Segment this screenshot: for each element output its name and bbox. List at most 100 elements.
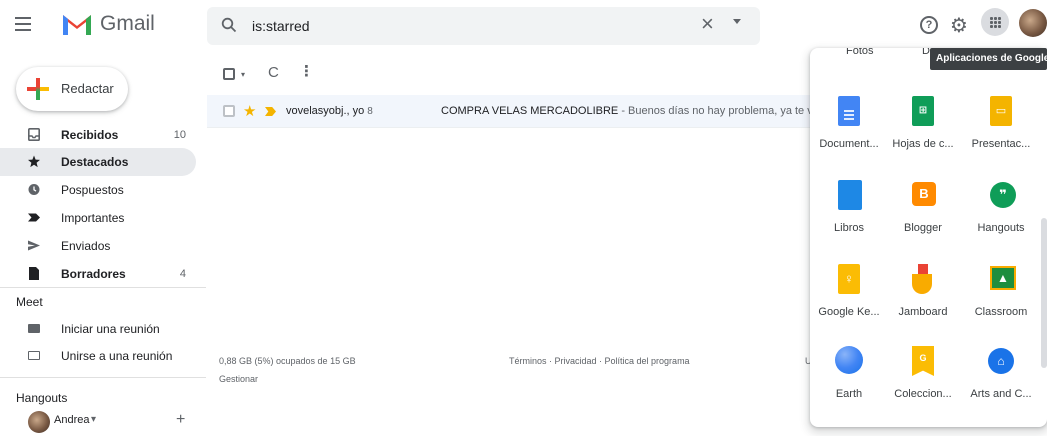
email-sender-names: vovelasyobj., yo bbox=[286, 105, 365, 117]
apps-grid-dot bbox=[990, 21, 993, 24]
sidebar-item-label: Recibidos bbox=[61, 128, 119, 142]
app-label: Blogger bbox=[904, 222, 942, 234]
app-hangouts[interactable]: ❞ Hangouts bbox=[964, 180, 1038, 256]
app-label-photos[interactable]: Fotos bbox=[846, 48, 874, 57]
classroom-icon: ▲ bbox=[990, 266, 1016, 290]
footer-policy-links[interactable]: Términos · Privacidad · Política del pro… bbox=[509, 356, 690, 366]
select-all-checkbox[interactable] bbox=[223, 68, 235, 80]
blogger-icon: B bbox=[912, 182, 936, 206]
manage-storage-link[interactable]: Gestionar bbox=[219, 374, 258, 384]
refresh-icon[interactable]: C bbox=[268, 64, 279, 81]
app-docs[interactable]: Document... bbox=[812, 96, 886, 172]
drafts-count: 4 bbox=[179, 268, 186, 280]
blogger-icon-glyph: B bbox=[919, 186, 929, 201]
keep-icon-glyph: ♀ bbox=[844, 271, 854, 286]
email-row[interactable]: ★ vovelasyobj., yo 8 COMPRA VELAS MERCADO… bbox=[207, 95, 810, 128]
compose-button[interactable]: Redactar bbox=[16, 67, 128, 111]
email-subject: COMPRA VELAS MERCADOLIBRE bbox=[441, 105, 619, 117]
important-marker-icon[interactable] bbox=[265, 107, 276, 116]
thread-count: 8 bbox=[367, 106, 373, 117]
jamboard-icon bbox=[912, 264, 934, 294]
search-options-chevron-icon[interactable] bbox=[733, 19, 741, 24]
apps-grid-dot bbox=[994, 21, 997, 24]
app-slides[interactable]: ▭ Presentac... bbox=[964, 96, 1038, 172]
new-conversation-icon[interactable]: + bbox=[176, 411, 185, 429]
search-bar: × bbox=[207, 7, 760, 45]
hangouts-user-name[interactable]: Andrea bbox=[54, 414, 89, 426]
email-sender: vovelasyobj., yo 8 bbox=[286, 105, 373, 117]
app-books[interactable]: Libros bbox=[812, 180, 886, 256]
email-select-checkbox[interactable] bbox=[223, 105, 235, 117]
slides-icon: ▭ bbox=[990, 96, 1012, 126]
sidebar-item-drafts[interactable]: Borradores 4 bbox=[0, 260, 196, 288]
more-options-icon[interactable]: ⋮ bbox=[299, 62, 314, 80]
apps-grid-icon bbox=[990, 17, 993, 20]
docs-icon-line bbox=[844, 114, 854, 116]
apps-panel-scrollbar[interactable] bbox=[1041, 218, 1047, 368]
select-options-chevron-icon[interactable]: ▾ bbox=[241, 70, 245, 79]
meet-item-label: Iniciar una reunión bbox=[61, 322, 160, 336]
app-sheets[interactable]: ⊞ Hojas de c... bbox=[886, 96, 960, 172]
docs-icon-line bbox=[844, 118, 854, 120]
video-icon bbox=[28, 324, 40, 333]
apps-tooltip: Aplicaciones de Google bbox=[930, 48, 1047, 70]
hangouts-user-avatar[interactable] bbox=[28, 411, 50, 433]
apps-grid-dot bbox=[990, 25, 993, 28]
sidebar-item-inbox[interactable]: Recibidos 10 bbox=[0, 121, 196, 149]
hangouts-status-chevron-icon[interactable]: ▾ bbox=[91, 414, 96, 425]
clear-search-icon[interactable]: × bbox=[701, 12, 714, 36]
apps-grid-dot bbox=[998, 21, 1001, 24]
app-label: Classroom bbox=[974, 306, 1028, 318]
search-input[interactable] bbox=[252, 16, 672, 36]
keep-icon: ♀ bbox=[838, 264, 860, 294]
send-icon bbox=[28, 240, 40, 251]
sidebar-divider bbox=[0, 377, 206, 378]
sidebar-item-label: Borradores bbox=[61, 267, 126, 281]
sidebar-item-starred[interactable]: Destacados bbox=[0, 148, 196, 176]
sidebar-item-label: Importantes bbox=[61, 211, 125, 225]
gmail-logo[interactable] bbox=[61, 11, 93, 35]
hangouts-section-title: Hangouts bbox=[16, 391, 68, 405]
app-label: Hojas de c... bbox=[892, 138, 954, 150]
arts-culture-icon-glyph: ⌂ bbox=[997, 354, 1005, 368]
meet-start-meeting[interactable]: Iniciar una reunión bbox=[0, 316, 206, 342]
app-label: Document... bbox=[819, 138, 879, 150]
star-icon[interactable]: ★ bbox=[243, 102, 256, 120]
sidebar-item-snoozed[interactable]: Pospuestos bbox=[0, 176, 196, 204]
app-label: Coleccion... bbox=[894, 388, 952, 400]
apps-grid-dot bbox=[994, 25, 997, 28]
app-classroom[interactable]: ▲ Classroom bbox=[964, 264, 1038, 340]
settings-gear-icon[interactable]: ⚙ bbox=[950, 13, 968, 38]
meet-join-meeting[interactable]: Unirse a una reunión bbox=[0, 343, 206, 369]
main-menu-button[interactable] bbox=[12, 12, 36, 36]
docs-icon bbox=[838, 96, 860, 126]
app-label: Presentac... bbox=[971, 138, 1031, 150]
clock-icon bbox=[28, 184, 40, 195]
sidebar-item-label: Pospuestos bbox=[61, 183, 124, 197]
search-icon[interactable] bbox=[221, 17, 237, 33]
app-collections[interactable]: G Coleccion... bbox=[886, 346, 960, 422]
classroom-icon-glyph: ▲ bbox=[997, 271, 1009, 285]
app-label: Libros bbox=[834, 222, 864, 234]
apps-grid-dot bbox=[994, 17, 997, 20]
sidebar-divider bbox=[0, 287, 206, 288]
star-icon bbox=[28, 155, 40, 168]
help-icon[interactable]: ? bbox=[920, 16, 938, 34]
account-avatar[interactable] bbox=[1019, 9, 1047, 37]
app-title[interactable]: Gmail bbox=[100, 12, 155, 36]
important-icon bbox=[28, 213, 40, 222]
apps-grid-dot bbox=[998, 17, 1001, 20]
inbox-icon bbox=[28, 128, 40, 141]
top-bar: Gmail × ? ⚙ bbox=[0, 0, 1047, 54]
app-arts-culture[interactable]: ⌂ Arts and C... bbox=[964, 346, 1038, 422]
google-apps-panel: Fotos D Document... ⊞ Hojas de c... ▭ Pr… bbox=[810, 48, 1047, 427]
collections-icon-glyph: G bbox=[919, 353, 927, 363]
app-label-truncated[interactable]: D bbox=[922, 48, 930, 57]
app-jamboard[interactable]: Jamboard bbox=[886, 264, 960, 340]
app-keep[interactable]: ♀ Google Ke... bbox=[812, 264, 886, 340]
app-earth[interactable]: Earth bbox=[812, 346, 886, 422]
google-apps-button[interactable] bbox=[981, 8, 1009, 36]
app-blogger[interactable]: B Blogger bbox=[886, 180, 960, 256]
sidebar-item-important[interactable]: Importantes bbox=[0, 204, 196, 232]
sidebar-item-sent[interactable]: Enviados bbox=[0, 232, 196, 260]
